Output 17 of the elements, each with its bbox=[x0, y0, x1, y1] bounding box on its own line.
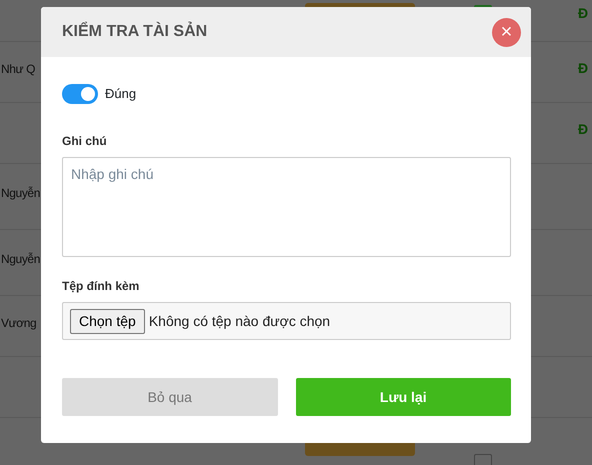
note-field[interactable]: Nhập ghi chú bbox=[62, 157, 511, 257]
table-cell: Nguyễn bbox=[1, 186, 40, 200]
table-cell: Như Q bbox=[1, 62, 36, 76]
close-button[interactable]: × bbox=[492, 18, 521, 46]
table-cell: Nguyễn bbox=[1, 252, 40, 266]
toggle-switch[interactable] bbox=[62, 84, 98, 104]
file-input[interactable]: Chọn tệp Không có tệp nào được chọn bbox=[62, 302, 511, 340]
table-cell: Đ bbox=[578, 5, 588, 21]
switch-label: Đúng bbox=[105, 85, 136, 104]
save-button[interactable]: Lưu lại bbox=[296, 378, 511, 416]
cancel-button[interactable]: Bỏ qua bbox=[62, 378, 278, 416]
table-cell: Đ bbox=[578, 120, 588, 136]
dialog-title: KIỂM TRA TÀI SẢN bbox=[62, 22, 208, 42]
table-cell: Vương bbox=[1, 316, 36, 330]
field-label: Ghi chú bbox=[62, 133, 108, 150]
field-label: Tệp đính kèm bbox=[62, 278, 140, 295]
table-cell: Đ bbox=[578, 60, 588, 76]
